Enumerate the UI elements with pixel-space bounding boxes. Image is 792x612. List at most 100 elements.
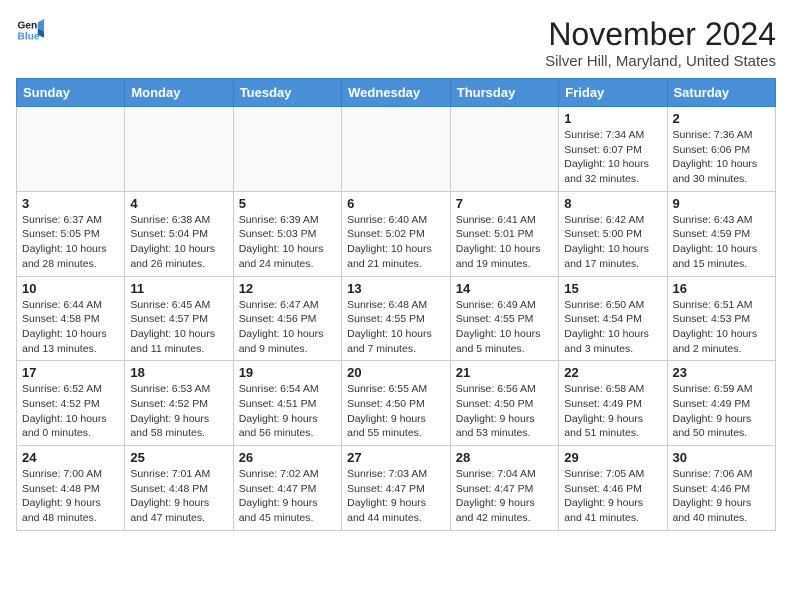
day-info: Sunrise: 6:51 AMSunset: 4:53 PMDaylight:… <box>673 298 771 357</box>
day-info: Sunrise: 6:38 AMSunset: 5:04 PMDaylight:… <box>130 213 227 272</box>
day-info: Sunrise: 6:50 AMSunset: 4:54 PMDaylight:… <box>564 298 661 357</box>
day-info: Sunrise: 6:49 AMSunset: 4:55 PMDaylight:… <box>456 298 553 357</box>
day-info: Sunrise: 6:55 AMSunset: 4:50 PMDaylight:… <box>347 382 445 441</box>
weekday-header-tuesday: Tuesday <box>233 79 341 107</box>
calendar-cell <box>450 107 558 192</box>
calendar-cell: 24 Sunrise: 7:00 AMSunset: 4:48 PMDayligh… <box>17 446 125 531</box>
calendar-cell: 26 Sunrise: 7:02 AMSunset: 4:47 PMDayligh… <box>233 446 341 531</box>
day-number: 24 <box>22 450 119 465</box>
day-info: Sunrise: 6:45 AMSunset: 4:57 PMDaylight:… <box>130 298 227 357</box>
day-info: Sunrise: 6:58 AMSunset: 4:49 PMDaylight:… <box>564 382 661 441</box>
calendar-cell: 13 Sunrise: 6:48 AMSunset: 4:55 PMDayligh… <box>342 276 451 361</box>
day-number: 9 <box>673 196 771 211</box>
day-number: 10 <box>22 281 119 296</box>
day-number: 22 <box>564 365 661 380</box>
day-info: Sunrise: 6:43 AMSunset: 4:59 PMDaylight:… <box>673 213 771 272</box>
day-number: 26 <box>239 450 336 465</box>
day-info: Sunrise: 6:42 AMSunset: 5:00 PMDaylight:… <box>564 213 661 272</box>
weekday-header-saturday: Saturday <box>667 79 776 107</box>
day-info: Sunrise: 6:53 AMSunset: 4:52 PMDaylight:… <box>130 382 227 441</box>
calendar-cell: 25 Sunrise: 7:01 AMSunset: 4:48 PMDayligh… <box>125 446 233 531</box>
calendar-cell: 16 Sunrise: 6:51 AMSunset: 4:53 PMDayligh… <box>667 276 776 361</box>
day-info: Sunrise: 7:04 AMSunset: 4:47 PMDaylight:… <box>456 467 553 526</box>
calendar-cell: 28Sunrise: 7:04 AMSunset: 4:47 PMDayligh… <box>450 446 558 531</box>
calendar-cell: 1 Sunrise: 7:34 AMSunset: 6:07 PMDaylight… <box>559 107 667 192</box>
calendar-cell: 14Sunrise: 6:49 AMSunset: 4:55 PMDayligh… <box>450 276 558 361</box>
day-info: Sunrise: 7:34 AMSunset: 6:07 PMDaylight:… <box>564 128 661 187</box>
calendar-cell: 20 Sunrise: 6:55 AMSunset: 4:50 PMDayligh… <box>342 361 451 446</box>
day-info: Sunrise: 6:39 AMSunset: 5:03 PMDaylight:… <box>239 213 336 272</box>
day-info: Sunrise: 7:01 AMSunset: 4:48 PMDaylight:… <box>130 467 227 526</box>
day-number: 3 <box>22 196 119 211</box>
calendar-cell: 9 Sunrise: 6:43 AMSunset: 4:59 PMDaylight… <box>667 191 776 276</box>
calendar-cell: 22 Sunrise: 6:58 AMSunset: 4:49 PMDayligh… <box>559 361 667 446</box>
logo-icon: General Blue <box>16 16 44 44</box>
day-info: Sunrise: 6:47 AMSunset: 4:56 PMDaylight:… <box>239 298 336 357</box>
weekday-header-wednesday: Wednesday <box>342 79 451 107</box>
day-number: 13 <box>347 281 445 296</box>
month-title: November 2024 <box>545 16 776 53</box>
day-info: Sunrise: 7:05 AMSunset: 4:46 PMDaylight:… <box>564 467 661 526</box>
calendar-cell: 23 Sunrise: 6:59 AMSunset: 4:49 PMDayligh… <box>667 361 776 446</box>
day-info: Sunrise: 6:48 AMSunset: 4:55 PMDaylight:… <box>347 298 445 357</box>
day-number: 27 <box>347 450 445 465</box>
day-number: 12 <box>239 281 336 296</box>
day-number: 25 <box>130 450 227 465</box>
day-info: Sunrise: 6:59 AMSunset: 4:49 PMDaylight:… <box>673 382 771 441</box>
calendar-cell <box>342 107 451 192</box>
calendar-cell <box>17 107 125 192</box>
calendar-row-1: 3 Sunrise: 6:37 AMSunset: 5:05 PMDaylight… <box>17 191 776 276</box>
weekday-header-friday: Friday <box>559 79 667 107</box>
calendar-cell: 17 Sunrise: 6:52 AMSunset: 4:52 PMDayligh… <box>17 361 125 446</box>
header: General Blue November 2024 Silver Hill, … <box>16 16 776 70</box>
day-info: Sunrise: 6:44 AMSunset: 4:58 PMDaylight:… <box>22 298 119 357</box>
logo-area: General Blue <box>16 16 44 44</box>
day-info: Sunrise: 6:52 AMSunset: 4:52 PMDaylight:… <box>22 382 119 441</box>
weekday-header-monday: Monday <box>125 79 233 107</box>
weekday-header-thursday: Thursday <box>450 79 558 107</box>
day-number: 21 <box>456 365 553 380</box>
calendar-cell: 21Sunrise: 6:56 AMSunset: 4:50 PMDayligh… <box>450 361 558 446</box>
calendar-cell <box>233 107 341 192</box>
day-number: 16 <box>673 281 771 296</box>
location: Silver Hill, Maryland, United States <box>545 53 776 70</box>
calendar-cell: 7 Sunrise: 6:41 AMSunset: 5:01 PMDaylight… <box>450 191 558 276</box>
page: General Blue November 2024 Silver Hill, … <box>0 0 792 547</box>
day-info: Sunrise: 7:02 AMSunset: 4:47 PMDaylight:… <box>239 467 336 526</box>
day-number: 15 <box>564 281 661 296</box>
weekday-header-sunday: Sunday <box>17 79 125 107</box>
day-number: 23 <box>673 365 771 380</box>
day-number: 1 <box>564 111 661 126</box>
day-number: 11 <box>130 281 227 296</box>
day-info: Sunrise: 6:40 AMSunset: 5:02 PMDaylight:… <box>347 213 445 272</box>
day-number: 4 <box>130 196 227 211</box>
day-number: 7 <box>456 196 553 211</box>
calendar-cell: 3 Sunrise: 6:37 AMSunset: 5:05 PMDaylight… <box>17 191 125 276</box>
day-number: 19 <box>239 365 336 380</box>
calendar-cell: 4 Sunrise: 6:38 AMSunset: 5:04 PMDaylight… <box>125 191 233 276</box>
calendar-row-3: 17 Sunrise: 6:52 AMSunset: 4:52 PMDayligh… <box>17 361 776 446</box>
title-area: November 2024 Silver Hill, Maryland, Uni… <box>545 16 776 70</box>
day-number: 20 <box>347 365 445 380</box>
calendar-row-2: 10 Sunrise: 6:44 AMSunset: 4:58 PMDayligh… <box>17 276 776 361</box>
day-info: Sunrise: 7:36 AMSunset: 6:06 PMDaylight:… <box>673 128 771 187</box>
day-number: 6 <box>347 196 445 211</box>
calendar-cell: 18 Sunrise: 6:53 AMSunset: 4:52 PMDayligh… <box>125 361 233 446</box>
day-info: Sunrise: 7:06 AMSunset: 4:46 PMDaylight:… <box>673 467 771 526</box>
calendar-row-4: 24 Sunrise: 7:00 AMSunset: 4:48 PMDayligh… <box>17 446 776 531</box>
day-info: Sunrise: 6:41 AMSunset: 5:01 PMDaylight:… <box>456 213 553 272</box>
day-info: Sunrise: 6:37 AMSunset: 5:05 PMDaylight:… <box>22 213 119 272</box>
day-number: 29 <box>564 450 661 465</box>
calendar: SundayMondayTuesdayWednesdayThursdayFrid… <box>16 78 776 531</box>
calendar-cell: 8 Sunrise: 6:42 AMSunset: 5:00 PMDaylight… <box>559 191 667 276</box>
calendar-cell: 11 Sunrise: 6:45 AMSunset: 4:57 PMDayligh… <box>125 276 233 361</box>
day-info: Sunrise: 7:00 AMSunset: 4:48 PMDaylight:… <box>22 467 119 526</box>
calendar-cell: 2Sunrise: 7:36 AMSunset: 6:06 PMDaylight… <box>667 107 776 192</box>
day-number: 18 <box>130 365 227 380</box>
day-number: 17 <box>22 365 119 380</box>
calendar-cell: 10 Sunrise: 6:44 AMSunset: 4:58 PMDayligh… <box>17 276 125 361</box>
day-number: 8 <box>564 196 661 211</box>
calendar-cell: 12 Sunrise: 6:47 AMSunset: 4:56 PMDayligh… <box>233 276 341 361</box>
day-number: 5 <box>239 196 336 211</box>
calendar-cell: 6 Sunrise: 6:40 AMSunset: 5:02 PMDaylight… <box>342 191 451 276</box>
